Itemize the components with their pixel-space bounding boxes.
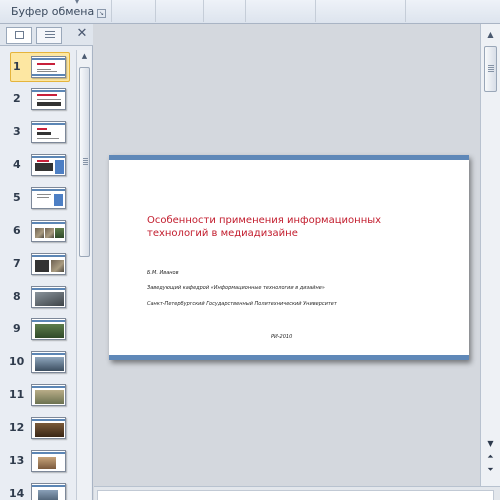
grip-icon: [488, 65, 494, 72]
slide-thumbnail-6[interactable]: 6: [0, 218, 76, 248]
slide-thumbnail-14[interactable]: 14: [0, 481, 76, 500]
slide-preview: [31, 417, 66, 439]
slide-thumbnail-10[interactable]: 10: [0, 349, 76, 379]
slide-number: 8: [13, 290, 21, 303]
slides-tab[interactable]: [6, 27, 32, 44]
ribbon-separator: [155, 0, 156, 22]
slide-top-band: [109, 155, 469, 160]
slide-thumbnail-2[interactable]: 2: [0, 86, 76, 116]
ribbon: ▾ Буфер обмена ↘: [0, 0, 500, 24]
outline-icon: [45, 31, 55, 40]
slide-preview: [31, 318, 66, 340]
slide-preview: [31, 286, 66, 308]
slide-number: 6: [13, 224, 21, 237]
slide-preview: [31, 253, 66, 275]
scroll-thumb[interactable]: [484, 46, 497, 92]
slide-thumbnail-1[interactable]: 1: [0, 52, 76, 84]
slide-preview: [31, 384, 66, 406]
slide-thumbnail-12[interactable]: 12: [0, 415, 76, 445]
slide-number: 5: [13, 191, 21, 204]
editor-scrollbar[interactable]: ▲ ▼ ⏶ ⏷: [480, 24, 500, 486]
slide-number: 1: [13, 60, 21, 73]
close-icon[interactable]: ✕: [74, 26, 90, 42]
ribbon-separator: [405, 0, 406, 22]
slide-preview: [31, 88, 66, 110]
slide-preview: [31, 450, 66, 472]
slide-number: 10: [9, 355, 25, 368]
slide-preview: [31, 121, 66, 143]
slide-number: 2: [13, 92, 21, 105]
ribbon-separator: [245, 0, 246, 22]
slide-thumbnail-4[interactable]: 4: [0, 152, 76, 182]
clipboard-group-label: Буфер обмена: [11, 5, 95, 18]
slide-preview: [31, 220, 66, 242]
ribbon-separator: [111, 0, 112, 22]
ribbon-separator: [203, 0, 204, 22]
notes-input[interactable]: [97, 490, 494, 500]
scroll-down-icon[interactable]: ▼: [481, 437, 500, 450]
current-slide[interactable]: Особенности применения информационных те…: [109, 155, 469, 360]
slide-preview: [31, 154, 66, 176]
slide-number: 9: [13, 322, 21, 335]
slide-preview: [31, 483, 66, 500]
slide-number: 11: [9, 388, 25, 401]
slide-thumbnail-7[interactable]: 7: [0, 251, 76, 281]
slides-pane: ✕ 1 2 3 4 5 6 7 8 9 10 11 12 13 14 ▲: [0, 24, 93, 500]
slide-university[interactable]: Санкт-Петербургский Государственный Поли…: [147, 301, 337, 307]
notes-pane: [94, 486, 500, 500]
slide-thumbnail-9[interactable]: 9: [0, 316, 76, 346]
thumbnail-scrollbar[interactable]: ▲: [76, 50, 91, 500]
slide-preview: [31, 187, 66, 209]
slide-number: 12: [9, 421, 25, 434]
ribbon-separator: [315, 0, 316, 22]
slide-number: 7: [13, 257, 21, 270]
slide-preview: [31, 56, 66, 78]
slide-bottom-band: [109, 355, 469, 360]
grip-icon: [83, 158, 88, 165]
slide-author[interactable]: Б.М. Иванов: [147, 270, 179, 276]
slide-thumbnail-8[interactable]: 8: [0, 284, 76, 314]
scroll-thumb[interactable]: [79, 67, 90, 257]
slides-icon: [15, 31, 24, 39]
previous-slide-icon[interactable]: ⏶: [481, 450, 500, 463]
slide-number: 14: [9, 487, 25, 500]
slide-position[interactable]: Заведующий кафедрой «Информационные техн…: [147, 285, 325, 291]
dialog-launcher-icon[interactable]: ↘: [97, 9, 106, 18]
scroll-up-icon[interactable]: ▲: [481, 28, 500, 42]
outline-tab[interactable]: [36, 27, 62, 44]
slide-thumbnail-11[interactable]: 11: [0, 382, 76, 412]
slide-footer[interactable]: РИ-2010: [271, 334, 292, 340]
slide-number: 3: [13, 125, 21, 138]
next-slide-icon[interactable]: ⏷: [481, 463, 500, 476]
pane-tabs: ✕: [0, 24, 93, 46]
slide-thumbnail-3[interactable]: 3: [0, 119, 76, 149]
slide-number: 13: [9, 454, 25, 467]
slide-number: 4: [13, 158, 21, 171]
slide-editor-area: Особенности применения информационных те…: [94, 24, 480, 486]
slide-title[interactable]: Особенности применения информационных те…: [147, 214, 427, 240]
slide-preview: [31, 351, 66, 373]
slide-thumbnail-5[interactable]: 5: [0, 185, 76, 215]
slide-thumbnail-list: 1 2 3 4 5 6 7 8 9 10 11 12 13 14: [0, 50, 76, 500]
slide-thumbnail-13[interactable]: 13: [0, 448, 76, 478]
scroll-up-icon[interactable]: ▲: [77, 50, 92, 63]
